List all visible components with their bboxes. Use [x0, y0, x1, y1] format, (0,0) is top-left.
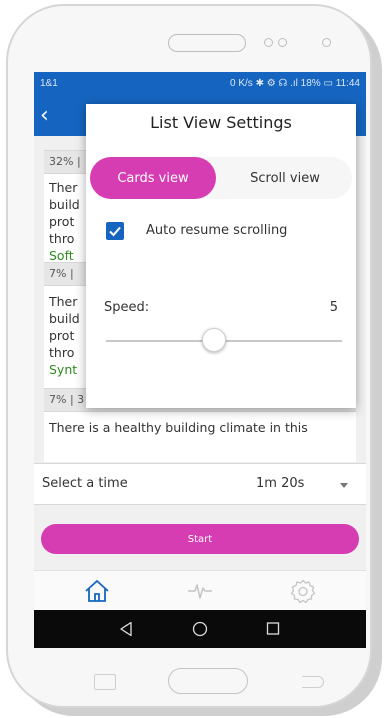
hardware-home-button[interactable]	[168, 668, 248, 694]
speaker-grille	[168, 34, 246, 52]
bottom-navigation	[34, 570, 366, 611]
start-button[interactable]: Start	[41, 524, 359, 554]
carrier-label: 1&1	[40, 78, 58, 89]
auto-resume-label: Auto resume scrolling	[146, 223, 288, 238]
sensor-icon	[278, 38, 287, 47]
status-bar: 1&1 0 K/s ✱ ⚙ ☊ .ıl 18% ▭ 11:44	[34, 72, 366, 96]
checkmark-icon	[109, 226, 121, 237]
recents-square-icon[interactable]	[266, 621, 280, 637]
hardware-back-icon[interactable]	[302, 676, 324, 688]
speed-label: Speed:	[104, 300, 150, 315]
cards-view-button[interactable]: Cards view	[90, 157, 216, 199]
scroll-view-button[interactable]: Scroll view	[218, 157, 352, 199]
list-item[interactable]: There is a healthy building climate in t…	[44, 412, 356, 462]
activity-icon[interactable]	[187, 579, 213, 603]
camera-icon	[264, 38, 273, 47]
time-select[interactable]: Select a time 1m 20s	[34, 463, 366, 505]
home-circle-icon[interactable]	[192, 621, 208, 637]
time-select-label: Select a time	[42, 476, 128, 491]
home-icon[interactable]	[84, 579, 110, 603]
back-arrow-icon[interactable]: ‹	[40, 100, 49, 132]
status-indicators: 0 K/s ✱ ⚙ ☊ .ıl 18% ▭ 11:44	[230, 78, 360, 89]
speed-value: 5	[329, 300, 338, 315]
back-triangle-icon[interactable]	[119, 621, 133, 637]
time-select-value[interactable]: 1m 20s	[256, 476, 304, 491]
hardware-recents-icon[interactable]	[94, 674, 116, 690]
view-mode-toggle: Cards view Scroll view	[90, 157, 352, 199]
settings-icon[interactable]	[290, 579, 316, 603]
list-view-settings-dialog: List View Settings Cards view Scroll vie…	[86, 104, 356, 408]
front-camera-icon	[322, 38, 331, 47]
chevron-down-icon[interactable]	[340, 483, 348, 488]
system-navigation-bar	[34, 610, 366, 648]
auto-resume-checkbox[interactable]	[106, 222, 124, 240]
speed-slider-thumb[interactable]	[202, 328, 226, 352]
dialog-title: List View Settings	[150, 113, 292, 132]
phone-screen: 1&1 0 K/s ✱ ⚙ ☊ .ıl 18% ▭ 11:44 ‹ 32% | …	[34, 72, 366, 648]
